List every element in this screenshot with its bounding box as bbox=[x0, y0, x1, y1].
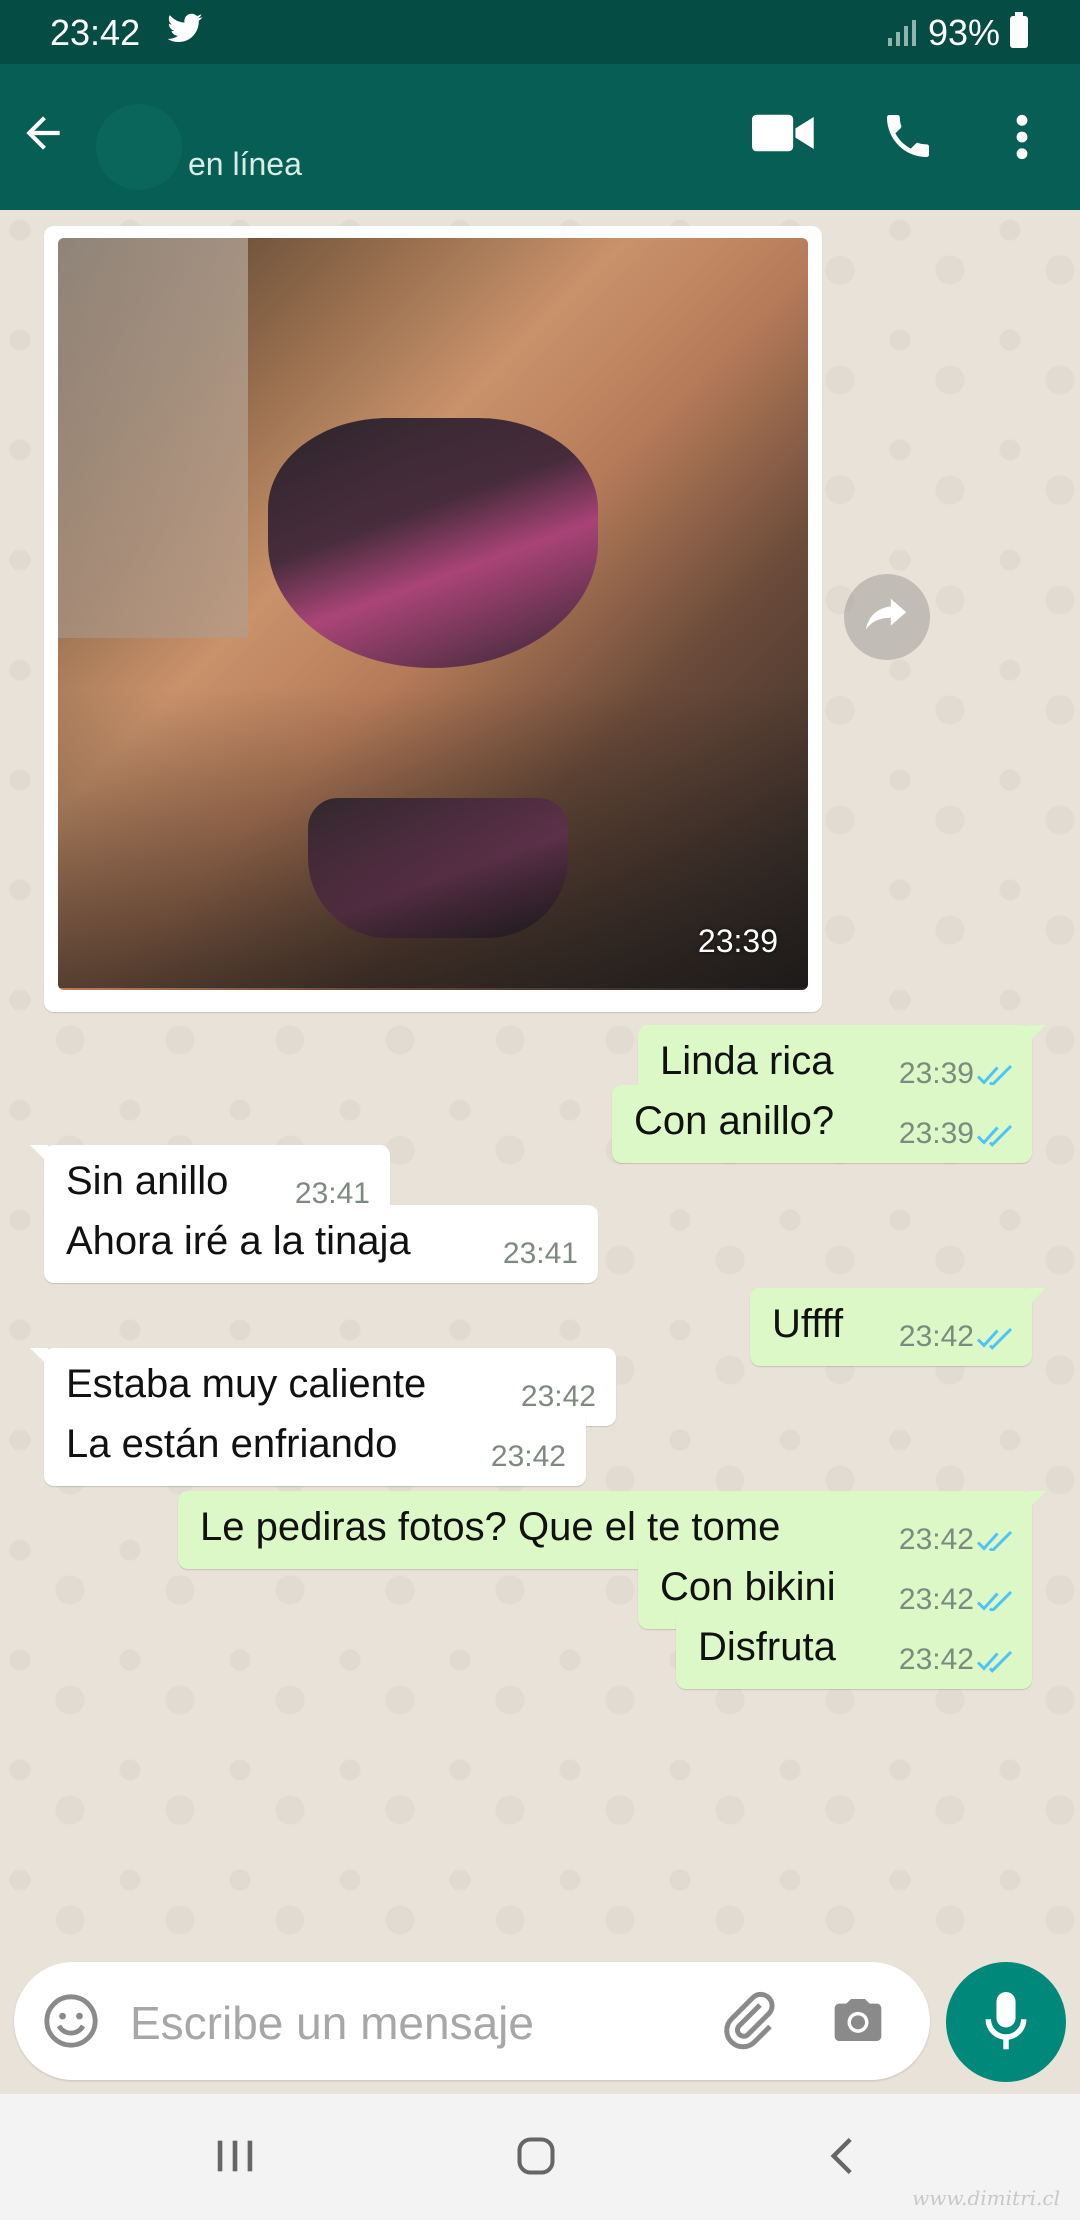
video-call-icon[interactable] bbox=[752, 110, 816, 156]
microphone-icon bbox=[985, 1992, 1027, 2050]
message-text: Con anillo? bbox=[634, 1099, 835, 1143]
signal-icon bbox=[888, 20, 916, 46]
chat-header: en línea bbox=[0, 64, 1080, 210]
read-receipt-icon bbox=[976, 1124, 1013, 1147]
forward-button[interactable] bbox=[844, 574, 930, 660]
status-time: 23:42 bbox=[50, 12, 141, 53]
system-nav-bar: www.dimitri.cl bbox=[0, 2094, 1080, 2220]
message-text: Con bikini bbox=[660, 1565, 836, 1609]
contact-avatar[interactable] bbox=[96, 104, 182, 190]
incoming-message[interactable]: Ahora iré a la tinaja 23:41 bbox=[44, 1205, 598, 1283]
status-bar: 23:42 93% bbox=[0, 0, 1080, 64]
message-time: 23:42 bbox=[490, 1440, 566, 1473]
battery-percent: 93% bbox=[928, 12, 1001, 53]
message-text: Sin anillo bbox=[66, 1159, 229, 1203]
outgoing-message[interactable]: Con anillo? 23:39 bbox=[612, 1085, 1032, 1163]
read-receipt-icon bbox=[976, 1064, 1013, 1087]
watermark: www.dimitri.cl bbox=[912, 2186, 1060, 2210]
attach-icon[interactable] bbox=[720, 1990, 780, 2050]
photo-message[interactable]: 23:39 bbox=[44, 226, 822, 1012]
battery-icon bbox=[1010, 12, 1028, 48]
voice-call-icon[interactable] bbox=[880, 108, 936, 164]
twitter-icon bbox=[167, 13, 203, 42]
message-text: Estaba muy caliente bbox=[66, 1362, 427, 1406]
contact-status: en línea bbox=[188, 146, 302, 182]
message-text: Ahora iré a la tinaja bbox=[66, 1219, 411, 1263]
voice-message-button[interactable] bbox=[946, 1962, 1066, 2082]
emoji-icon[interactable] bbox=[42, 1992, 100, 2050]
message-time: 23:39 bbox=[697, 923, 778, 959]
message-time: 23:41 bbox=[502, 1237, 578, 1270]
camera-icon[interactable] bbox=[830, 1992, 886, 2048]
read-receipt-icon bbox=[976, 1327, 1013, 1350]
forward-icon bbox=[865, 598, 907, 630]
message-input-bar[interactable]: Escribe un mensaje bbox=[14, 1962, 930, 2080]
read-receipt-icon bbox=[976, 1590, 1013, 1613]
read-receipt-icon bbox=[976, 1530, 1013, 1553]
message-text: Le pediras fotos? Que el te tome bbox=[200, 1505, 781, 1549]
read-receipt-icon bbox=[976, 1650, 1013, 1673]
back-arrow-icon[interactable] bbox=[18, 108, 68, 158]
outgoing-message[interactable]: Uffff 23:42 bbox=[750, 1288, 1046, 1366]
nav-back-icon[interactable] bbox=[824, 2134, 858, 2178]
home-icon[interactable] bbox=[514, 2134, 558, 2178]
message-input[interactable]: Escribe un mensaje bbox=[130, 1996, 534, 2050]
outgoing-message[interactable]: Disfruta 23:42 bbox=[676, 1611, 1032, 1689]
message-time: 23:39 bbox=[898, 1117, 974, 1150]
message-time: 23:42 bbox=[898, 1320, 974, 1353]
more-options-icon[interactable] bbox=[1002, 112, 1042, 162]
message-time: 23:42 bbox=[898, 1643, 974, 1676]
message-text: Linda rica bbox=[660, 1039, 834, 1083]
recent-apps-icon[interactable] bbox=[212, 2136, 258, 2176]
photo-image[interactable]: 23:39 bbox=[58, 238, 808, 990]
message-text: Disfruta bbox=[698, 1625, 836, 1669]
message-text: La están enfriando bbox=[66, 1422, 398, 1466]
chat-area[interactable]: 23:39 Linda rica 23:39 Con anillo? 23:39 Sin… bbox=[0, 210, 1080, 1960]
message-text: Uffff bbox=[772, 1302, 844, 1346]
incoming-message[interactable]: La están enfriando 23:42 bbox=[44, 1408, 586, 1486]
